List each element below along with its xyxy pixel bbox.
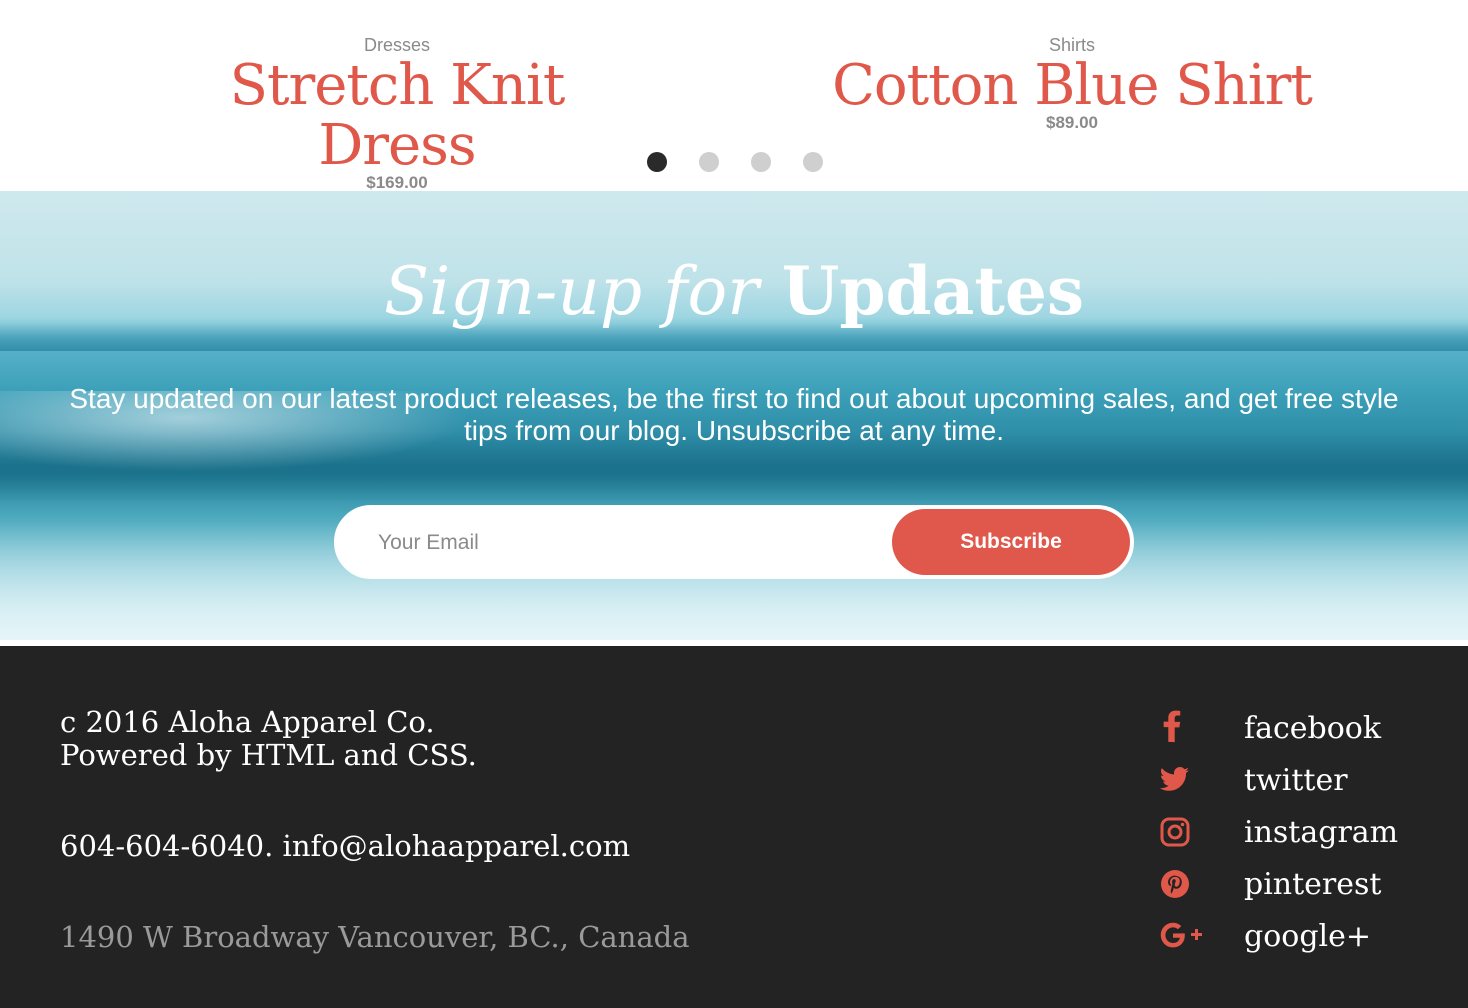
signup-section: Sign-up for Updates Stay updated on our …: [0, 191, 1468, 640]
instagram-icon: [1160, 812, 1244, 852]
pinterest-icon: [1160, 864, 1244, 904]
copyright: c 2016 Aloha Apparel Co. Powered by HTML…: [60, 706, 690, 772]
contact-info[interactable]: 604-604-6040. info@alohaapparel.com: [60, 830, 690, 863]
signup-form: Subscribe: [334, 505, 1134, 579]
social-link-pinterest[interactable]: pinterest: [1160, 858, 1398, 910]
twitter-icon: [1160, 760, 1244, 800]
social-links: facebook twitter instagram pinterest goo…: [1160, 702, 1398, 962]
google-plus-icon: [1160, 916, 1244, 956]
carousel-dot-3[interactable]: [751, 152, 771, 172]
social-label: facebook: [1244, 710, 1382, 746]
product-carousel: Dresses Stretch Knit Dress $169.00 Shirt…: [0, 0, 1468, 192]
address: 1490 W Broadway Vancouver, BC., Canada: [60, 920, 690, 954]
signup-description: Stay updated on our latest product relea…: [69, 383, 1399, 446]
subscribe-button[interactable]: Subscribe: [892, 509, 1130, 575]
footer: c 2016 Aloha Apparel Co. Powered by HTML…: [0, 646, 1468, 1008]
facebook-icon: [1160, 708, 1244, 748]
copyright-line: c 2016 Aloha Apparel Co.: [60, 705, 435, 739]
carousel-dot-4[interactable]: [803, 152, 823, 172]
product-name[interactable]: Cotton Blue Shirt: [822, 56, 1322, 116]
signup-title-light: Sign-up for: [383, 253, 759, 330]
social-link-twitter[interactable]: twitter: [1160, 754, 1398, 806]
social-label: google+: [1244, 918, 1372, 954]
social-label: instagram: [1244, 814, 1399, 850]
social-link-instagram[interactable]: instagram: [1160, 806, 1398, 858]
carousel-dot-2[interactable]: [699, 152, 719, 172]
footer-info: c 2016 Aloha Apparel Co. Powered by HTML…: [60, 706, 690, 954]
powered-by-line: Powered by HTML and CSS.: [60, 738, 477, 772]
social-link-facebook[interactable]: facebook: [1160, 702, 1398, 754]
product-card[interactable]: Shirts Cotton Blue Shirt $89.00: [822, 34, 1322, 132]
social-label: twitter: [1244, 762, 1348, 798]
signup-title-bold: Updates: [781, 252, 1085, 330]
carousel-dot-1[interactable]: [647, 152, 667, 172]
email-input[interactable]: [378, 525, 878, 561]
signup-title: Sign-up for Updates: [0, 251, 1468, 332]
product-price: $169.00: [366, 173, 428, 192]
carousel-pagination: [0, 152, 1468, 174]
social-link-google-plus[interactable]: google+: [1160, 910, 1398, 962]
social-label: pinterest: [1244, 866, 1382, 902]
